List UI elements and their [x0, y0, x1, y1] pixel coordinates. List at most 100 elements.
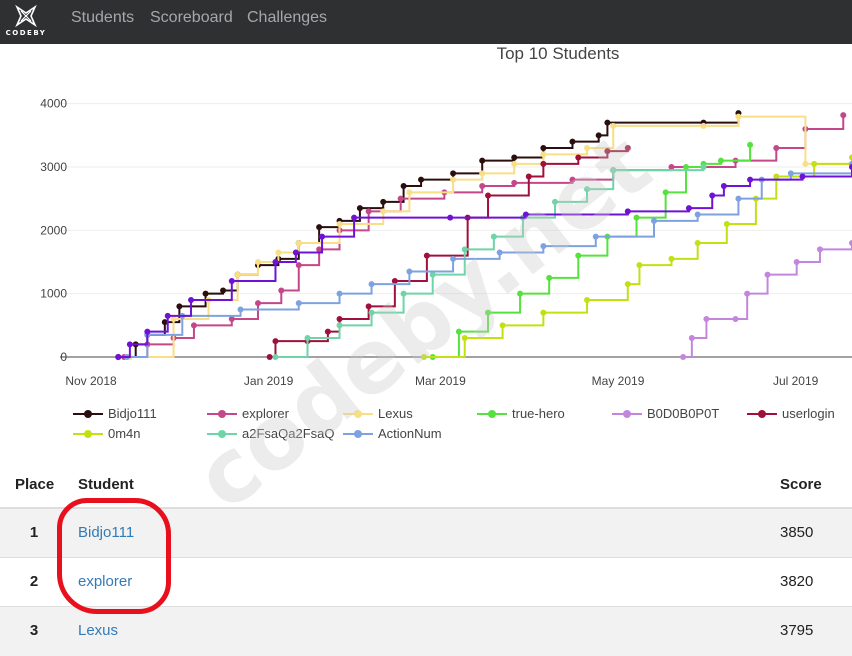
data-point[interactable] [126, 341, 133, 348]
data-point[interactable] [540, 309, 547, 316]
data-point[interactable] [680, 354, 687, 360]
data-point[interactable] [368, 281, 375, 288]
data-point[interactable] [811, 160, 818, 167]
student-link[interactable]: explorer [78, 573, 132, 590]
data-point[interactable] [735, 113, 742, 120]
data-point[interactable] [188, 297, 195, 303]
data-point[interactable] [170, 316, 177, 322]
data-point[interactable] [584, 186, 591, 193]
data-point[interactable] [787, 170, 794, 177]
data-point[interactable] [234, 271, 241, 278]
data-point[interactable] [700, 164, 707, 170]
data-point[interactable] [688, 335, 695, 341]
data-point[interactable] [391, 278, 398, 284]
data-point[interactable] [633, 214, 640, 221]
data-point[interactable] [400, 290, 407, 297]
data-point[interactable] [799, 173, 806, 180]
data-point[interactable] [525, 173, 532, 180]
data-point[interactable] [450, 176, 457, 183]
data-point[interactable] [490, 233, 497, 240]
data-point[interactable] [744, 290, 751, 297]
data-point[interactable] [552, 198, 558, 205]
data-point[interactable] [610, 122, 617, 129]
data-point[interactable] [255, 259, 261, 265]
data-point[interactable] [540, 160, 547, 167]
data-point[interactable] [202, 290, 209, 297]
data-point[interactable] [540, 243, 547, 250]
data-point[interactable] [720, 183, 727, 189]
data-point[interactable] [220, 287, 227, 294]
data-point[interactable] [793, 259, 800, 265]
data-point[interactable] [190, 322, 197, 329]
data-point[interactable] [144, 328, 151, 335]
data-point[interactable] [683, 164, 690, 170]
data-point[interactable] [717, 157, 724, 164]
data-point[interactable] [319, 233, 326, 240]
data-point[interactable] [479, 157, 486, 164]
data-point[interactable] [575, 154, 582, 161]
data-point[interactable] [624, 208, 631, 215]
data-point[interactable] [499, 322, 506, 329]
data-point[interactable] [610, 167, 617, 174]
data-point[interactable] [295, 240, 302, 246]
data-point[interactable] [651, 217, 657, 224]
data-point[interactable] [592, 233, 599, 240]
data-point[interactable] [575, 252, 582, 259]
data-point[interactable] [450, 170, 457, 177]
data-point[interactable] [115, 354, 122, 360]
data-point[interactable] [485, 192, 492, 199]
data-point[interactable] [176, 303, 183, 310]
data-point[interactable] [735, 195, 742, 202]
data-point[interactable] [397, 195, 404, 202]
nav-link-challenges[interactable]: Challenges [247, 9, 327, 27]
data-point[interactable] [295, 300, 302, 307]
data-point[interactable] [447, 214, 454, 221]
data-point[interactable] [747, 176, 754, 183]
data-point[interactable] [685, 205, 692, 212]
data-point[interactable] [455, 328, 462, 335]
data-point[interactable] [540, 151, 547, 158]
data-point[interactable] [604, 148, 611, 155]
data-point[interactable] [584, 145, 591, 151]
data-point[interactable] [295, 262, 302, 269]
data-point[interactable] [420, 354, 427, 360]
data-point[interactable] [380, 208, 387, 215]
data-point[interactable] [496, 249, 503, 256]
data-point[interactable] [840, 112, 847, 119]
data-point[interactable] [511, 154, 518, 161]
data-point[interactable] [569, 176, 576, 183]
data-point[interactable] [723, 221, 730, 227]
data-point[interactable] [255, 300, 261, 307]
data-point[interactable] [336, 221, 343, 227]
data-point[interactable] [356, 205, 363, 212]
data-point[interactable] [732, 316, 739, 322]
data-point[interactable] [636, 262, 643, 269]
data-point[interactable] [511, 160, 518, 167]
data-point[interactable] [540, 145, 547, 151]
data-point[interactable] [584, 297, 591, 303]
data-point[interactable] [316, 224, 323, 231]
data-point[interactable] [351, 214, 358, 221]
data-point[interactable] [595, 132, 602, 139]
data-point[interactable] [304, 335, 311, 341]
data-point[interactable] [423, 252, 430, 259]
data-point[interactable] [228, 278, 235, 284]
data-point[interactable] [764, 271, 771, 278]
data-point[interactable] [604, 119, 611, 126]
data-point[interactable] [400, 183, 407, 189]
data-point[interactable] [228, 316, 235, 322]
data-point[interactable] [380, 198, 387, 205]
data-point[interactable] [272, 338, 279, 345]
data-point[interactable] [485, 309, 492, 316]
data-point[interactable] [569, 138, 576, 145]
data-point[interactable] [164, 312, 171, 319]
data-point[interactable] [773, 173, 780, 180]
data-point[interactable] [429, 271, 436, 278]
data-point[interactable] [522, 211, 529, 218]
data-point[interactable] [662, 189, 669, 196]
data-point[interactable] [479, 170, 486, 177]
data-point[interactable] [450, 255, 457, 262]
data-point[interactable] [461, 335, 468, 341]
data-point[interactable] [324, 328, 331, 335]
student-link[interactable]: Bidjo111 [78, 524, 134, 541]
